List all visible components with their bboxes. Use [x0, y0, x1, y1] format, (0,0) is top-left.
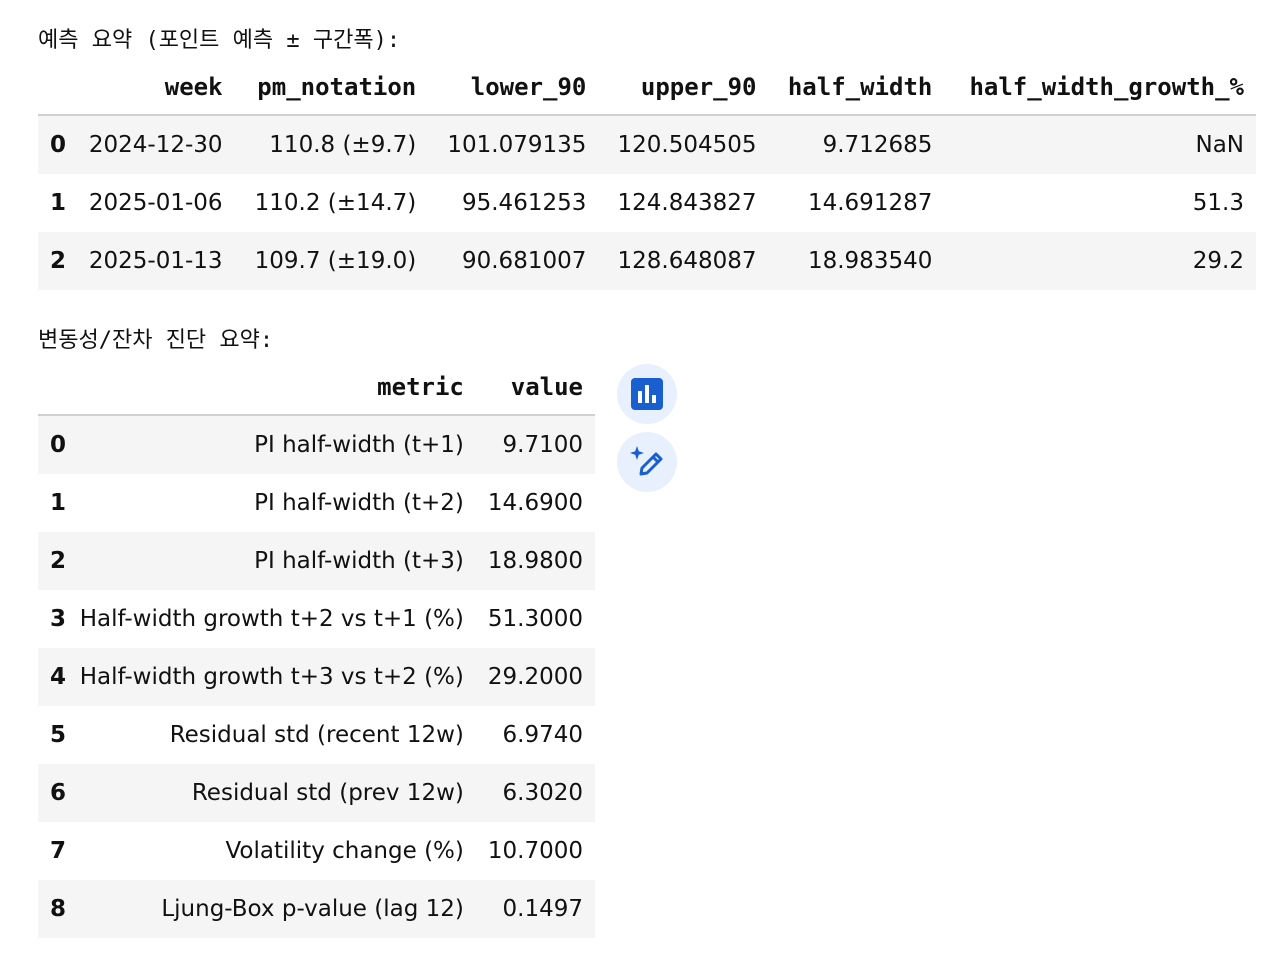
col-header-half-width-growth: half_width_growth_%: [944, 60, 1256, 116]
row-index: 0: [50, 432, 67, 458]
table-row: 0 PI half-width (t+1) 9.7100: [38, 415, 595, 474]
table-row: 8 Ljung-Box p-value (lag 12) 0.1497: [38, 880, 595, 938]
col-header-week: week: [70, 60, 235, 116]
generate-code-button[interactable]: [617, 432, 677, 492]
bar-chart-icon: [631, 378, 663, 410]
cell-value: 10.7000: [487, 838, 583, 864]
cell-upper-90: 128.648087: [617, 248, 757, 274]
cell-half-width: 9.712685: [822, 132, 933, 158]
cell-metric: Residual std (prev 12w): [191, 780, 464, 806]
table-row: 0 2024-12-30 110.8 (±9.7) 101.079135 120…: [38, 115, 1256, 174]
forecast-table: week pm_notation lower_90 upper_90 half_…: [38, 60, 1256, 290]
table-row: 7 Volatility change (%) 10.7000: [38, 822, 595, 880]
row-index: 3: [50, 606, 67, 632]
cell-half-width-growth: 29.2: [1192, 248, 1244, 274]
cell-metric: Residual std (recent 12w): [169, 722, 464, 748]
cell-week: 2025-01-06: [88, 190, 223, 216]
cell-metric: Half-width growth t+3 vs t+2 (%): [79, 664, 464, 690]
cell-pm-notation: 109.7 (±19.0): [254, 248, 417, 274]
forecast-caption: 예측 요약 (포인트 예측 ± 구간폭):: [38, 28, 401, 53]
cell-value: 51.3000: [487, 606, 583, 632]
diagnostics-table: metric value 0 PI half-width (t+1) 9.710…: [38, 360, 595, 938]
cell-metric: Volatility change (%): [225, 838, 464, 864]
col-header-pm-notation: pm_notation: [234, 60, 429, 116]
row-index: 0: [50, 132, 67, 158]
cell-half-width-growth: NaN: [1195, 132, 1244, 158]
cell-value: 18.9800: [487, 548, 583, 574]
cell-metric: Half-width growth t+2 vs t+1 (%): [79, 606, 464, 632]
cell-half-width-growth: 51.3: [1192, 190, 1244, 216]
cell-value: 14.6900: [487, 490, 583, 516]
table-header-row: week pm_notation lower_90 upper_90 half_…: [38, 60, 1256, 116]
cell-pm-notation: 110.8 (±9.7): [269, 132, 417, 158]
cell-value: 29.2000: [487, 664, 583, 690]
cell-metric: PI half-width (t+2): [254, 490, 464, 516]
cell-half-width: 18.983540: [807, 248, 933, 274]
cell-metric: PI half-width (t+3): [254, 548, 464, 574]
cell-upper-90: 124.843827: [617, 190, 757, 216]
col-header-upper-90: upper_90: [598, 60, 769, 116]
row-index: 5: [50, 722, 67, 748]
cell-value: 0.1497: [502, 896, 583, 922]
cell-value: 9.7100: [502, 432, 583, 458]
row-index: 6: [50, 780, 67, 806]
diagnostics-caption: 변동성/잔차 진단 요약:: [38, 328, 274, 353]
cell-value: 6.9740: [502, 722, 583, 748]
row-index: 8: [50, 896, 67, 922]
table-row: 4 Half-width growth t+3 vs t+2 (%) 29.20…: [38, 648, 595, 706]
col-header-value: value: [475, 360, 595, 416]
row-index: 2: [50, 248, 67, 274]
table-row: 2 2025-01-13 109.7 (±19.0) 90.681007 128…: [38, 232, 1256, 290]
row-index: 7: [50, 838, 67, 864]
magic-pen-icon: [630, 446, 663, 476]
table-row: 2 PI half-width (t+3) 18.9800: [38, 532, 595, 590]
row-index: 1: [50, 490, 67, 516]
cell-half-width: 14.691287: [807, 190, 933, 216]
col-header-metric: metric: [67, 360, 476, 416]
cell-metric: Ljung-Box p-value (lag 12): [161, 896, 464, 922]
col-header-lower-90: lower_90: [428, 60, 599, 116]
table-row: 1 2025-01-06 110.2 (±14.7) 95.461253 124…: [38, 174, 1256, 232]
suggest-chart-button[interactable]: [617, 364, 677, 424]
col-header-index: [38, 60, 70, 116]
cell-metric: PI half-width (t+1): [254, 432, 464, 458]
cell-upper-90: 120.504505: [617, 132, 757, 158]
col-header-index: [38, 360, 68, 416]
row-index: 4: [50, 664, 67, 690]
col-header-half-width: half_width: [768, 60, 945, 116]
cell-lower-90: 90.681007: [461, 248, 587, 274]
row-index: 1: [50, 190, 67, 216]
table-row: 5 Residual std (recent 12w) 6.9740: [38, 706, 595, 764]
cell-pm-notation: 110.2 (±14.7): [254, 190, 417, 216]
cell-value: 6.3020: [502, 780, 583, 806]
table-header-row: metric value: [38, 360, 595, 416]
table-row: 3 Half-width growth t+2 vs t+1 (%) 51.30…: [38, 590, 595, 648]
cell-week: 2024-12-30: [88, 132, 223, 158]
cell-week: 2025-01-13: [88, 248, 223, 274]
cell-lower-90: 95.461253: [461, 190, 587, 216]
table-row: 1 PI half-width (t+2) 14.6900: [38, 474, 595, 532]
row-index: 2: [50, 548, 67, 574]
table-row: 6 Residual std (prev 12w) 6.3020: [38, 764, 595, 822]
cell-lower-90: 101.079135: [447, 132, 587, 158]
